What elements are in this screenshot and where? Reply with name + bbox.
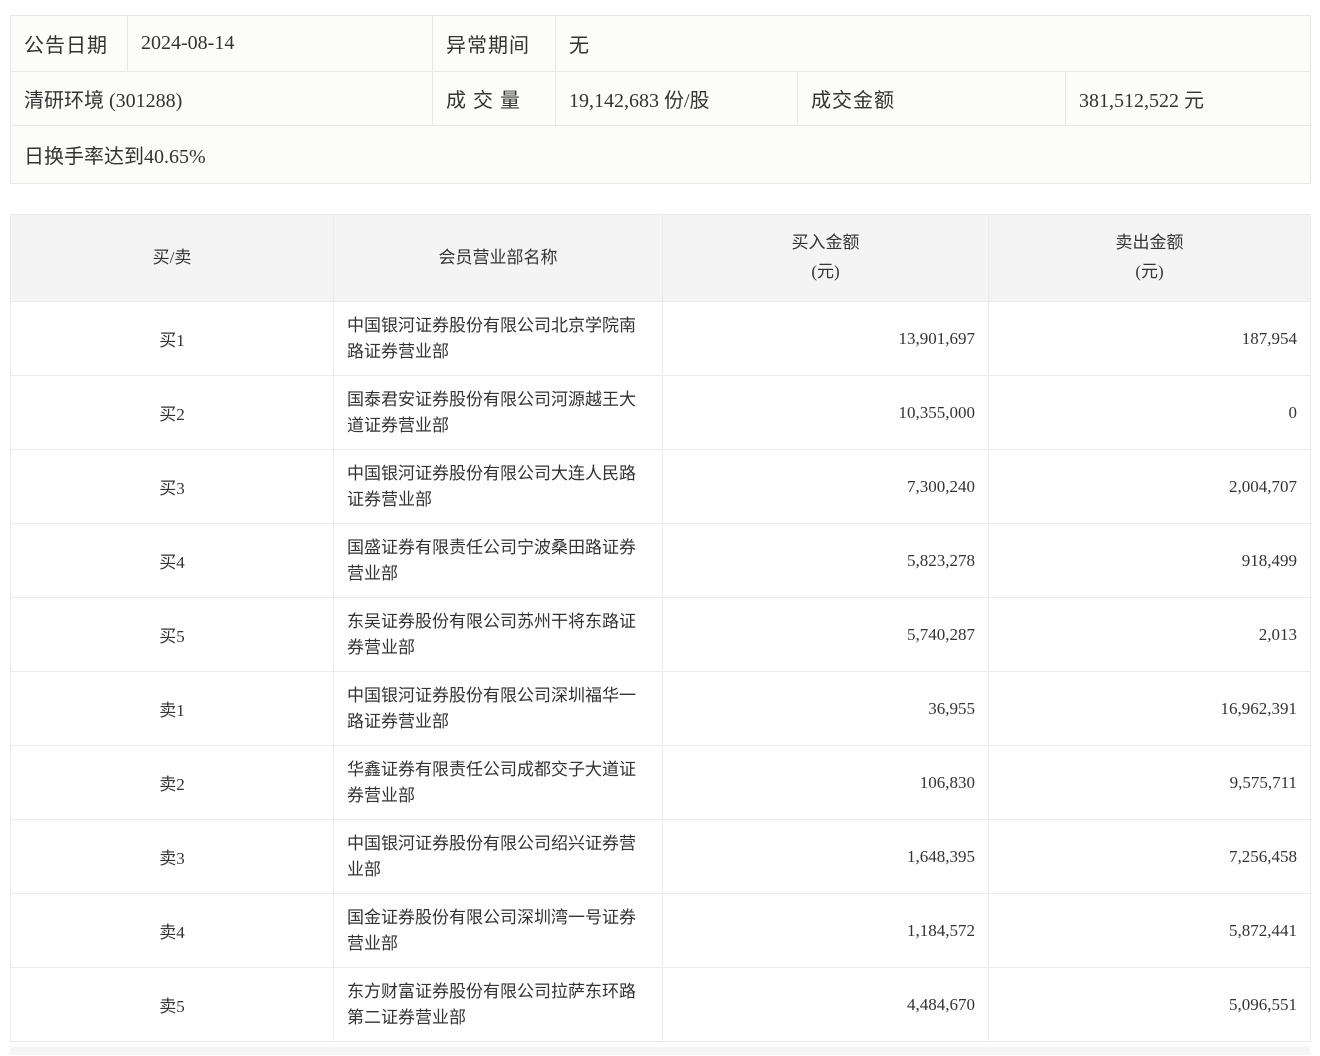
buy-header-line2: (元) [811,262,840,281]
sell-amount-cell: 0 [988,375,1311,450]
announce-date-label: 公告日期 [10,15,128,72]
side-cell: 卖4 [10,893,334,968]
announce-date-value: 2024-08-14 [127,15,433,72]
table-row: 买2 国泰君安证券股份有限公司河源越王大道证券营业部 10,355,000 0 [10,375,1311,450]
sell-header-line1: 卖出金额 [1115,233,1184,253]
broker-cell: 中国银河证券股份有限公司深圳福华一路证券营业部 [333,671,663,746]
buy-amount-cell: 7,300,240 [662,449,989,524]
buy-amount-cell: 5,740,287 [662,597,989,672]
table-row: 卖3 中国银河证券股份有限公司绍兴证券营业部 1,648,395 7,256,4… [10,819,1311,894]
side-cell: 买1 [10,301,334,376]
table-row: 卖4 国金证券股份有限公司深圳湾一号证券营业部 1,184,572 5,872,… [10,893,1311,968]
buy-amount-cell: 1,184,572 [662,893,989,968]
broker-cell: 东吴证券股份有限公司苏州干将东路证券营业部 [333,597,663,672]
column-header-buy: 买入金额 (元) [662,214,989,302]
table-row: 买3 中国银河证券股份有限公司大连人民路证券营业部 7,300,240 2,00… [10,449,1311,524]
broker-cell: 国金证券股份有限公司深圳湾一号证券营业部 [333,893,663,968]
column-header-side: 买/卖 [10,214,334,302]
buy-amount-cell: 10,355,000 [662,375,989,450]
stock-summary-table: 公告日期 2024-08-14 异常期间 无 清研环境 (301288) 成 交… [9,15,1312,184]
sell-amount-cell: 918,499 [988,523,1311,598]
sell-amount-cell: 187,954 [988,301,1311,376]
turnover-rate-note: 日换手率达到40.65% [9,125,1312,184]
side-cell: 卖5 [10,967,334,1042]
summary-row-date: 公告日期 2024-08-14 异常期间 无 [10,15,1312,72]
side-cell: 卖2 [10,745,334,820]
table-row: 卖2 华鑫证券有限责任公司成都交子大道证券营业部 106,830 9,575,7… [10,745,1311,820]
volume-value: 19,142,683 份/股 [555,71,798,126]
broker-cell: 国盛证券有限责任公司宁波桑田路证券营业部 [333,523,663,598]
stock-name: 清研环境 (301288) [10,71,433,126]
broker-cell: 中国银河证券股份有限公司北京学院南路证券营业部 [333,301,663,376]
side-cell: 买3 [10,449,334,524]
broker-cell: 中国银河证券股份有限公司绍兴证券营业部 [333,819,663,894]
sell-amount-cell: 2,004,707 [988,449,1311,524]
side-cell: 买5 [10,597,334,672]
table-row: 卖1 中国银河证券股份有限公司深圳福华一路证券营业部 36,955 16,962… [10,671,1311,746]
sell-header-line2: (元) [1135,262,1164,281]
summary-row-stock: 清研环境 (301288) 成 交 量 19,142,683 份/股 成交金额 … [10,71,1312,126]
sell-amount-cell: 5,096,551 [988,967,1311,1042]
next-section-header-edge [10,1047,1310,1055]
buy-header-line1: 买入金额 [791,233,860,253]
table-header-row: 买/卖 会员营业部名称 买入金额 (元) 卖出金额 (元) [10,214,1311,302]
broker-cell: 国泰君安证券股份有限公司河源越王大道证券营业部 [333,375,663,450]
table-row: 买4 国盛证券有限责任公司宁波桑田路证券营业部 5,823,278 918,49… [10,523,1311,598]
broker-ranking-table: 买/卖 会员营业部名称 买入金额 (元) 卖出金额 (元) 买1 中国银河证券股… [10,214,1311,1042]
buy-amount-cell: 36,955 [662,671,989,746]
column-header-sell: 卖出金额 (元) [988,214,1311,302]
sell-amount-cell: 5,872,441 [988,893,1311,968]
column-header-broker: 会员营业部名称 [333,214,663,302]
sell-amount-cell: 7,256,458 [988,819,1311,894]
buy-amount-cell: 1,648,395 [662,819,989,894]
lhb-disclosure-page: 公告日期 2024-08-14 异常期间 无 清研环境 (301288) 成 交… [0,15,1320,1055]
side-cell: 买2 [10,375,334,450]
abnormal-period-value: 无 [554,15,1312,72]
summary-row-note: 日换手率达到40.65% [9,125,1312,184]
buy-amount-cell: 4,484,670 [662,967,989,1042]
turnover-label: 成交金额 [797,71,1066,126]
table-row: 买5 东吴证券股份有限公司苏州干将东路证券营业部 5,740,287 2,013 [10,597,1311,672]
sell-amount-cell: 9,575,711 [988,745,1311,820]
side-cell: 卖1 [10,671,334,746]
broker-cell: 中国银河证券股份有限公司大连人民路证券营业部 [333,449,663,524]
buy-amount-cell: 106,830 [662,745,989,820]
broker-cell: 华鑫证券有限责任公司成都交子大道证券营业部 [333,745,663,820]
side-cell: 卖3 [10,819,334,894]
volume-label: 成 交 量 [432,71,556,126]
sell-amount-cell: 16,962,391 [988,671,1311,746]
sell-amount-cell: 2,013 [988,597,1311,672]
turnover-value: 381,512,522 元 [1064,71,1312,126]
abnormal-period-label: 异常期间 [432,15,556,72]
table-row: 买1 中国银河证券股份有限公司北京学院南路证券营业部 13,901,697 18… [10,301,1311,376]
side-cell: 买4 [10,523,334,598]
buy-amount-cell: 13,901,697 [662,301,989,376]
broker-cell: 东方财富证券股份有限公司拉萨东环路第二证券营业部 [333,967,663,1042]
table-row: 卖5 东方财富证券股份有限公司拉萨东环路第二证券营业部 4,484,670 5,… [10,967,1311,1042]
buy-amount-cell: 5,823,278 [662,523,989,598]
